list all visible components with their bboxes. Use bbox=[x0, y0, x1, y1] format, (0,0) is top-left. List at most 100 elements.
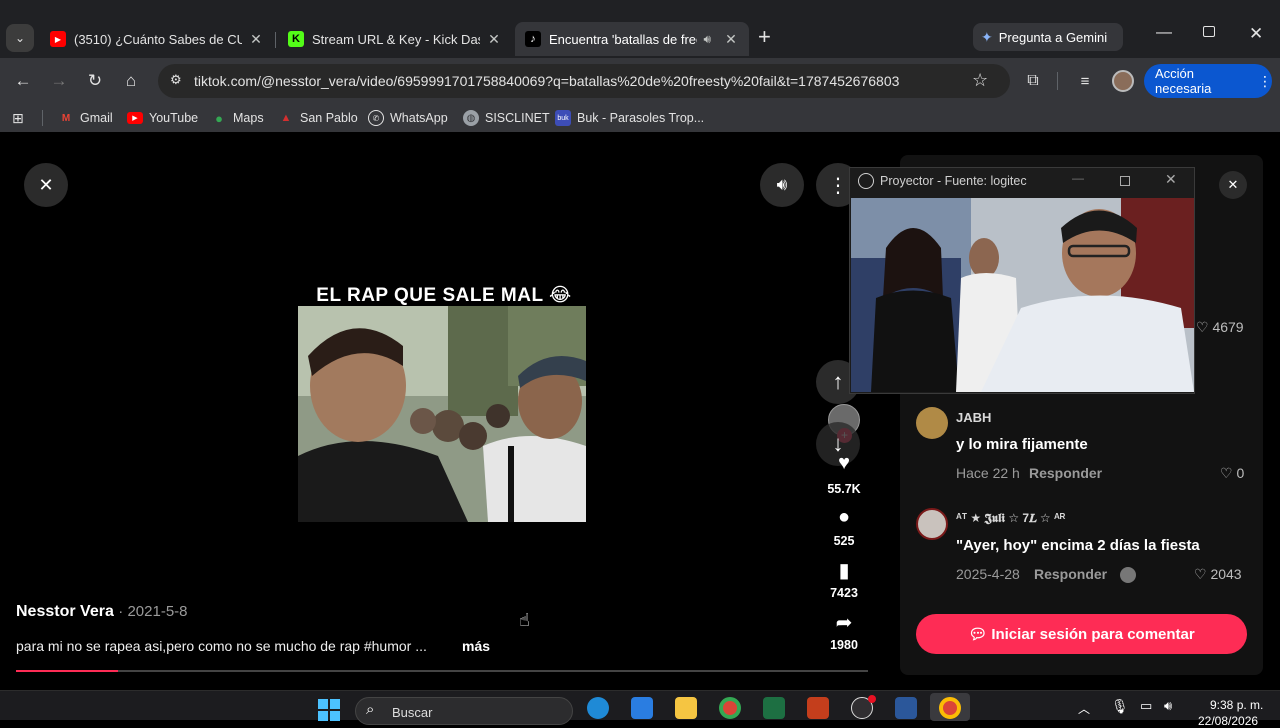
media-control-icon[interactable]: ≡ bbox=[1070, 66, 1100, 96]
forward-icon[interactable]: → bbox=[44, 66, 74, 96]
home-icon[interactable]: ⌂ bbox=[116, 66, 146, 96]
profile-avatar[interactable] bbox=[1112, 70, 1134, 92]
search-placeholder: Buscar bbox=[392, 705, 433, 720]
address-bar[interactable]: ⚙ tiktok.com/@nesstor_vera/video/6959991… bbox=[158, 64, 1010, 98]
heart-outline-icon: ♡ bbox=[1220, 465, 1233, 481]
video-player[interactable] bbox=[298, 306, 586, 522]
login-to-comment-button[interactable]: 💬︎ Iniciar sesión para comentar bbox=[916, 614, 1247, 654]
action-required-button[interactable]: Acción necesaria ⋮ bbox=[1144, 64, 1272, 98]
comment-likes[interactable]: ♡ 4679 bbox=[1196, 319, 1244, 336]
close-video-button[interactable]: ✕ bbox=[24, 163, 68, 207]
webcam-feed bbox=[851, 198, 1194, 392]
volume-icon[interactable]: 🔊︎ bbox=[1164, 698, 1172, 714]
gemini-button[interactable]: ✦ Pregunta a Gemini bbox=[973, 23, 1123, 51]
comment-likes[interactable]: ♡ 2043 bbox=[1194, 566, 1242, 583]
video-caption-overlay: EL RAP QUE SALE MAL 😂 bbox=[316, 285, 572, 306]
heart-outline-icon: ♡ bbox=[1196, 319, 1209, 335]
taskbar-search[interactable]: ⌕ Buscar bbox=[355, 697, 573, 725]
powerpoint-icon[interactable] bbox=[807, 697, 829, 719]
apps-icon[interactable]: ⊞ bbox=[12, 108, 24, 128]
close-panel-button[interactable]: ✕ bbox=[1219, 171, 1247, 199]
shares-count: 1980 bbox=[830, 638, 858, 652]
likes-count: 55.7K bbox=[827, 482, 861, 496]
reply-button[interactable]: Responder bbox=[1034, 566, 1107, 582]
windows-taskbar: ⌕ Buscar ︿ 🎙︎ ▭ 🔊︎ 9:38 p. m. 22/08/2026 bbox=[0, 690, 1280, 728]
bookmark-sisclinet[interactable]: ◍ SISCLINET bbox=[463, 108, 550, 128]
close-button[interactable]: ✕ bbox=[1165, 171, 1177, 188]
reply-button[interactable]: Responder bbox=[1029, 465, 1102, 481]
buk-icon: buk bbox=[555, 110, 571, 126]
avatar[interactable] bbox=[916, 508, 948, 540]
kick-icon: K bbox=[288, 31, 304, 47]
bookmark-youtube[interactable]: ▶ YouTube bbox=[127, 108, 198, 128]
avatar[interactable] bbox=[916, 407, 948, 439]
back-icon[interactable]: ← bbox=[8, 66, 38, 96]
more-link[interactable]: más bbox=[462, 638, 490, 654]
comment-likes[interactable]: ♡ 0 bbox=[1220, 465, 1244, 482]
tab-title: (3510) ¿Cuánto Sabes de CULTU bbox=[74, 31, 242, 47]
microphone-icon[interactable]: 🎙︎ bbox=[1111, 698, 1129, 715]
comment-text: y lo mira fijamente bbox=[956, 436, 1088, 453]
tab-tiktok[interactable]: ♪ Encuentra 'batallas de freest 🔊︎ ✕ bbox=[515, 22, 749, 56]
search-icon: ⌕ bbox=[366, 701, 375, 718]
tiktok-icon: ♪ bbox=[525, 31, 541, 47]
tab-search-button[interactable]: ⌄ bbox=[6, 24, 34, 52]
close-icon[interactable]: ✕ bbox=[723, 31, 739, 48]
projector-window[interactable]: Proyector - Fuente: logitec — ✕ bbox=[849, 167, 1195, 394]
minimize-button[interactable]: — bbox=[1072, 171, 1084, 185]
site-info-icon[interactable]: ⚙ bbox=[170, 72, 182, 88]
comment-icon[interactable]: ● bbox=[824, 506, 864, 529]
tab-youtube[interactable]: ▶ (3510) ¿Cuánto Sabes de CULTU ✕ bbox=[40, 22, 274, 56]
tab-strip: ⌄ ▶ (3510) ¿Cuánto Sabes de CULTU ✕ K St… bbox=[0, 0, 1280, 58]
minimize-button[interactable]: — bbox=[1156, 24, 1172, 42]
author-name[interactable]: Nesstor Vera bbox=[16, 603, 114, 620]
bookmark-icon[interactable]: ▮ bbox=[824, 558, 864, 583]
heart-icon[interactable]: ♥ bbox=[824, 452, 864, 475]
url-text[interactable]: tiktok.com/@nesstor_vera/video/695999170… bbox=[194, 73, 899, 89]
volume-button[interactable]: 🔊︎ bbox=[760, 163, 804, 207]
globe-icon: ◍ bbox=[463, 110, 479, 126]
bookmark-san-pablo[interactable]: ▲ San Pablo bbox=[278, 108, 358, 128]
bookmark-star-icon[interactable]: ☆ bbox=[972, 70, 988, 91]
start-button[interactable] bbox=[318, 699, 340, 721]
video-progress-track[interactable] bbox=[16, 670, 868, 672]
share-icon[interactable]: ➦ bbox=[824, 610, 864, 635]
network-icon[interactable]: ▭ bbox=[1140, 698, 1152, 714]
bookmark-label: Buk - Parasoles Trop... bbox=[577, 111, 705, 125]
san-pablo-icon: ▲ bbox=[280, 112, 292, 124]
more-vert-icon: ⋮ bbox=[1258, 72, 1272, 89]
bookmark-maps[interactable]: ● Maps bbox=[211, 108, 264, 128]
close-icon[interactable]: ✕ bbox=[248, 31, 264, 48]
file-explorer-icon[interactable] bbox=[675, 697, 697, 719]
restore-button[interactable] bbox=[1203, 26, 1215, 37]
bookmark-buk[interactable]: buk Buk - Parasoles Trop... bbox=[555, 108, 704, 128]
bookmark-label: SISCLINET bbox=[485, 111, 550, 125]
extensions-icon[interactable]: ⧉ bbox=[1018, 66, 1048, 96]
new-tab-button[interactable]: + bbox=[758, 26, 771, 48]
bookmark-gmail[interactable]: M Gmail bbox=[58, 108, 113, 128]
close-icon[interactable]: ✕ bbox=[486, 31, 502, 48]
clock-time[interactable]: 9:38 p. m. bbox=[1210, 698, 1263, 712]
reload-icon[interactable]: ↻ bbox=[80, 66, 110, 96]
comment-author[interactable]: ᴬᵀ ★ 𝕵𝖚𝖑𝖎 ☆ 7𝑳 ☆ ᴬᴿ bbox=[956, 511, 1065, 526]
chevron-up-icon[interactable]: ︿ bbox=[1078, 700, 1090, 717]
store-icon[interactable] bbox=[631, 697, 653, 719]
comment-author[interactable]: JABH bbox=[956, 410, 991, 425]
close-window-button[interactable]: ✕ bbox=[1249, 24, 1263, 44]
video-frame bbox=[298, 306, 586, 522]
tab-kick[interactable]: K Stream URL & Key - Kick Dashb ✕ bbox=[278, 22, 512, 56]
clock-date[interactable]: 22/08/2026 bbox=[1198, 714, 1258, 728]
login-label: Iniciar sesión para comentar bbox=[991, 625, 1195, 643]
chrome-active-icon[interactable] bbox=[939, 697, 961, 719]
maximize-button[interactable] bbox=[1120, 176, 1130, 186]
word-icon[interactable] bbox=[895, 697, 917, 719]
chrome-icon[interactable] bbox=[719, 697, 741, 719]
edge-icon[interactable] bbox=[587, 697, 609, 719]
speaker-icon[interactable]: 🔊︎ bbox=[703, 32, 711, 47]
excel-icon[interactable] bbox=[763, 697, 785, 719]
bookmark-whatsapp[interactable]: ✆ WhatsApp bbox=[368, 108, 448, 128]
comment-bubble-icon: 💬︎ bbox=[968, 626, 988, 643]
comment-text: "Ayer, hoy" encima 2 días la fiesta bbox=[956, 537, 1200, 554]
gemini-icon: ✦ bbox=[981, 28, 993, 45]
heart-outline-icon: ♡ bbox=[1194, 566, 1207, 582]
